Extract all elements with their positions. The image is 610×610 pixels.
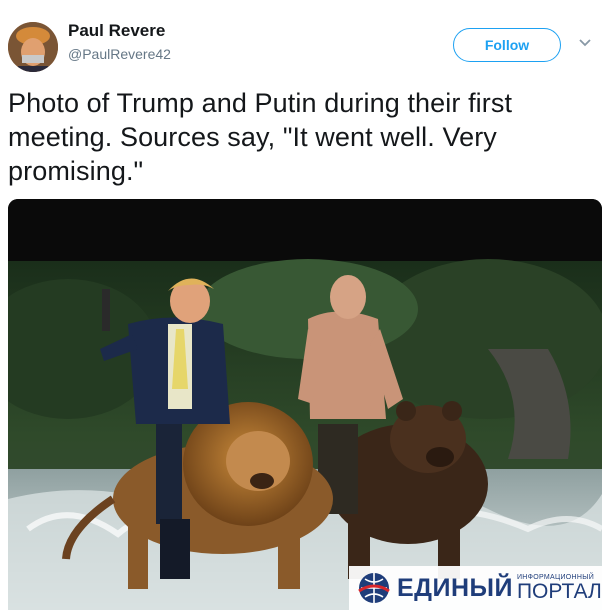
watermark-main-text: ЕДИНЫЙ xyxy=(397,573,513,602)
author-handle[interactable]: @PaulRevere42 xyxy=(68,46,171,62)
watermark-portal-text: ПОРТАЛ xyxy=(516,580,602,603)
follow-button[interactable]: Follow xyxy=(453,28,561,62)
tweet-media-photo[interactable] xyxy=(8,199,602,610)
chevron-down-icon[interactable] xyxy=(578,36,592,50)
site-watermark-logo: ЕДИНЫЙ ИНФОРМАЦИОННЫЙ ПОРТАЛ xyxy=(349,566,610,610)
photo-illustration xyxy=(8,199,602,610)
globe-icon xyxy=(358,573,390,603)
tweet-text: Photo of Trump and Putin during their fi… xyxy=(8,88,513,186)
author-avatar[interactable] xyxy=(8,22,58,72)
author-name[interactable]: Paul Revere xyxy=(68,21,165,41)
tweet-card: Paul Revere @PaulRevere42 Follow Photo o… xyxy=(0,0,610,610)
